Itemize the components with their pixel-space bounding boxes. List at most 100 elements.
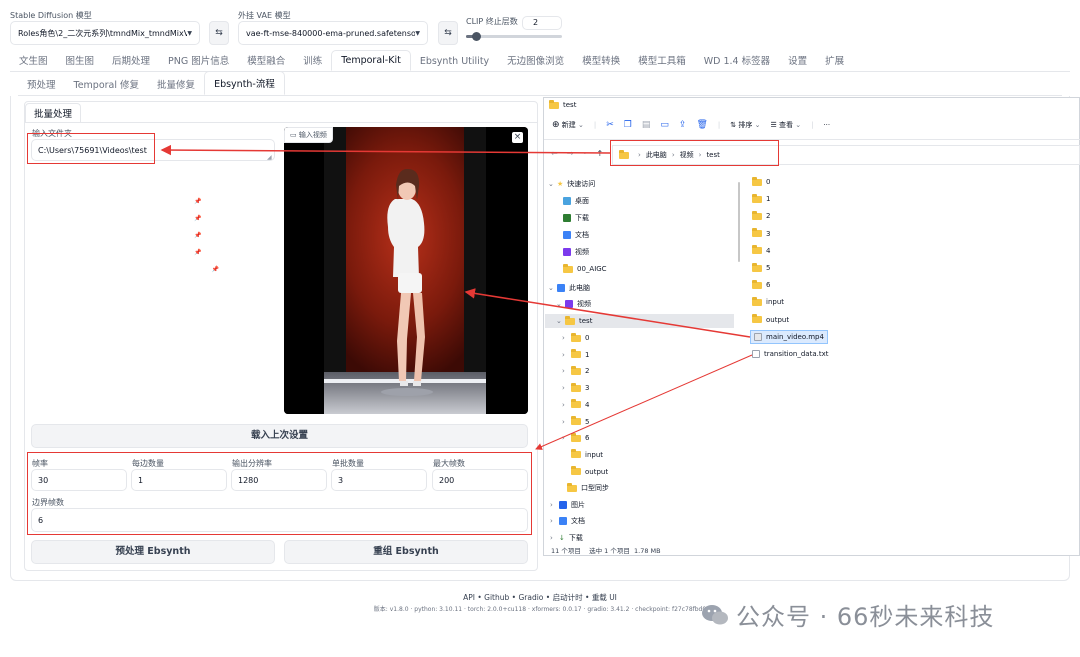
tab-8[interactable]: 无边图像浏览 — [498, 49, 573, 71]
folder-icon — [752, 245, 762, 255]
resize-handle-icon[interactable]: ◢ — [267, 154, 272, 161]
file-item[interactable]: 5 — [752, 261, 770, 275]
delete-icon[interactable]: 🗑 — [696, 120, 707, 130]
folder-icon — [571, 349, 581, 359]
tree-folder[interactable]: › 5 — [562, 415, 589, 429]
vae-select[interactable]: vae-ft-mse-840000-ema-pruned.safetensors… — [238, 21, 428, 45]
tree-folder[interactable]: › 4 — [562, 398, 589, 412]
back-arrow-icon[interactable]: ← — [551, 149, 558, 158]
folder-icon — [752, 279, 762, 289]
tree-documents[interactable]: › 文档 — [550, 514, 585, 528]
folder-icon — [565, 315, 575, 325]
video-icon — [565, 300, 573, 308]
tab-11[interactable]: WD 1.4 标签器 — [695, 49, 779, 71]
cut-icon[interactable]: ✂ — [606, 120, 614, 130]
tree-folder[interactable]: › 2 — [562, 364, 589, 378]
plus-circle-icon: ⊕ — [552, 120, 560, 130]
file-item[interactable]: 4 — [752, 244, 770, 258]
footer-link[interactable]: API — [463, 593, 475, 602]
load-last-settings-button[interactable]: 载入上次设置 — [31, 424, 528, 448]
chevron-right-icon: › — [562, 367, 565, 376]
file-item[interactable]: 6 — [752, 278, 770, 292]
file-item[interactable]: output — [752, 313, 789, 327]
clip-number-input[interactable]: 2 — [522, 16, 562, 30]
refresh-vae-button[interactable]: ⇆ — [438, 21, 458, 45]
tree-lip-sync[interactable]: 口型同步 — [558, 481, 609, 495]
tree-pictures[interactable]: › 图片 — [550, 498, 585, 512]
pin-icon: 📌 — [211, 265, 220, 273]
more-options-button[interactable]: ··· — [823, 121, 830, 129]
tree-this-pc[interactable]: ⌄ 此电脑 — [548, 281, 590, 295]
forward-arrow-icon[interactable]: → — [567, 149, 574, 158]
chevron-down-icon: ▼ — [187, 29, 192, 37]
tree-item-label: 桌面 — [575, 197, 589, 205]
tab-9[interactable]: 模型转换 — [573, 49, 629, 71]
tree-videos[interactable]: ⌄ 视频 — [556, 297, 591, 311]
footer-link[interactable]: 启动计时 — [553, 593, 583, 602]
pin-icon: 📌 — [194, 231, 202, 239]
new-button[interactable]: ⊕ 新建 ⌄ — [552, 120, 584, 130]
view-button[interactable]: ☰ 查看 ⌄ — [770, 120, 801, 130]
subtab-1[interactable]: Temporal 修复 — [65, 73, 149, 95]
tab-6[interactable]: Temporal-Kit — [331, 50, 411, 71]
folder-icon — [571, 432, 581, 442]
document-icon — [559, 517, 567, 525]
file-item[interactable]: transition_data.txt — [752, 347, 828, 361]
preprocess-ebsynth-button[interactable]: 预处理 Ebsynth — [31, 540, 275, 564]
subtab-3[interactable]: Ebsynth-流程 — [204, 71, 285, 95]
paste-icon[interactable]: ▤ — [642, 120, 651, 130]
copy-icon[interactable]: ❐ — [624, 120, 632, 130]
tree-folder[interactable]: › 3 — [562, 381, 589, 395]
folder-icon — [571, 449, 581, 459]
tree-folder[interactable]: output — [562, 465, 608, 479]
folder-icon — [752, 228, 762, 238]
tree-scrollbar[interactable] — [736, 172, 742, 544]
tree-test[interactable]: ⌄ test — [545, 314, 734, 328]
tree-folder[interactable]: › 1 — [562, 348, 589, 362]
tab-2[interactable]: 后期处理 — [103, 49, 159, 71]
tab-10[interactable]: 模型工具箱 — [629, 49, 695, 71]
share-icon[interactable]: ⇪ — [679, 120, 687, 130]
tree-folder[interactable]: input — [562, 448, 603, 462]
sort-button[interactable]: ⇅ 排序 ⌄ — [730, 120, 760, 130]
input-video-player[interactable]: ▭ 输入视频 × — [284, 127, 528, 414]
recombine-ebsynth-button[interactable]: 重组 Ebsynth — [284, 540, 528, 564]
footer-link[interactable]: Github — [484, 593, 509, 602]
tab-5[interactable]: 训练 — [294, 49, 331, 71]
chevron-down-icon: ⌄ — [578, 121, 584, 129]
footer-link[interactable]: Gradio — [518, 593, 543, 602]
file-item[interactable]: main_video.mp4 — [750, 329, 828, 344]
tree-downloads[interactable]: › ↓ 下载 — [550, 531, 583, 545]
sd-model-select[interactable]: Roles角色\2_二次元系列\tmndMix_tmndMixVIP ▼ — [10, 21, 200, 45]
rename-icon[interactable]: ▭ — [660, 120, 669, 130]
file-item[interactable]: 1 — [752, 192, 770, 206]
up-arrow-icon[interactable]: ↑ — [596, 149, 603, 158]
subtab-0[interactable]: 预处理 — [18, 73, 65, 95]
folder-icon — [571, 332, 581, 342]
tab-1[interactable]: 图生图 — [57, 49, 104, 71]
close-icon[interactable]: × — [512, 132, 523, 143]
clip-slider-track[interactable] — [466, 32, 562, 41]
file-item[interactable]: input — [752, 295, 784, 309]
refresh-model-button[interactable]: ⇆ — [209, 21, 229, 45]
tree-folder[interactable]: › 6 — [562, 431, 589, 445]
file-item[interactable]: 2 — [752, 209, 770, 223]
footer-link[interactable]: 重载 UI — [592, 593, 617, 602]
tab-3[interactable]: PNG 图片信息 — [159, 49, 238, 71]
view-label: 查看 — [778, 121, 793, 129]
clip-slider-handle[interactable] — [471, 32, 481, 41]
tab-7[interactable]: Ebsynth Utility — [411, 52, 498, 71]
tab-4[interactable]: 模型融合 — [238, 49, 294, 71]
tree-folder[interactable]: › 0 — [562, 331, 589, 345]
tab-13[interactable]: 扩展 — [816, 49, 853, 71]
tab-0[interactable]: 文生图 — [10, 49, 57, 71]
tab-12[interactable]: 设置 — [779, 49, 816, 71]
tree-quick-access[interactable]: ⌄ ★ 快速访问 — [548, 177, 595, 191]
file-item[interactable]: 3 — [752, 227, 770, 241]
download-icon: ↓ — [559, 534, 565, 542]
file-item[interactable]: 0 — [752, 175, 770, 189]
chevron-down-icon[interactable]: ⌄ — [582, 149, 587, 158]
tab-batch-process[interactable]: 批量处理 — [25, 103, 82, 123]
subtab-2[interactable]: 批量修复 — [148, 73, 204, 95]
document-icon — [563, 231, 571, 239]
